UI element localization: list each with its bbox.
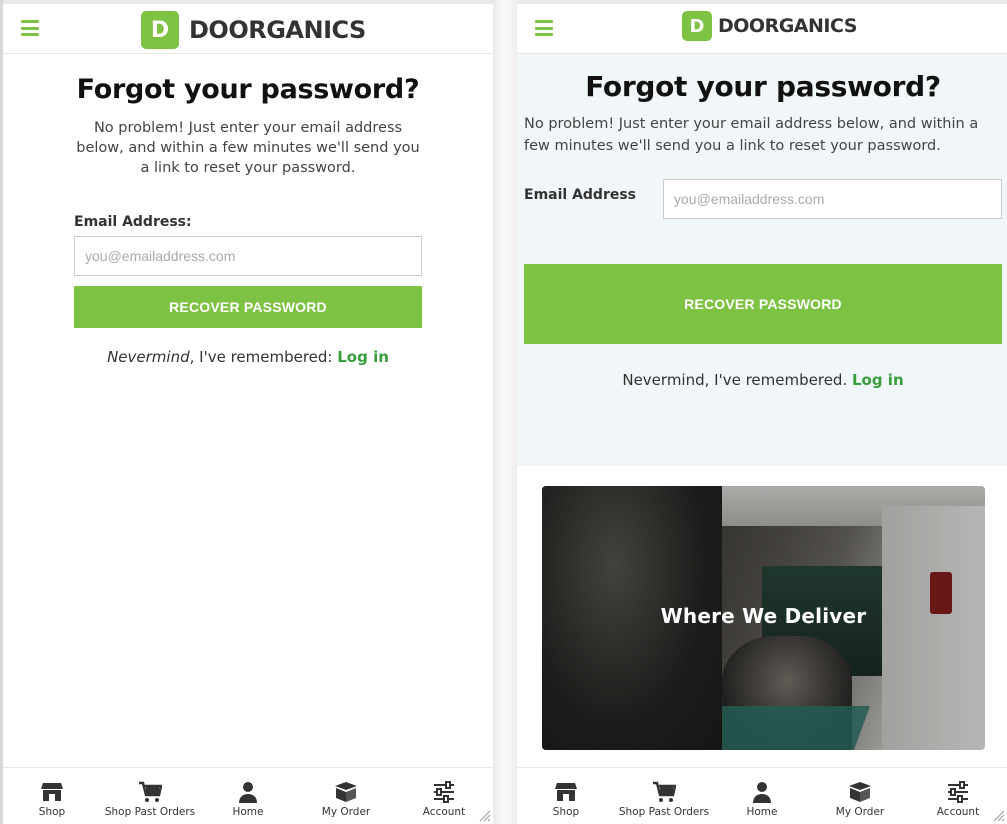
email-input[interactable] bbox=[663, 179, 1002, 219]
panel-left: D DOORGANICS Forgot your password? No pr… bbox=[3, 0, 493, 824]
nav-label-shop: Shop bbox=[552, 806, 580, 818]
nav-label-account: Account bbox=[422, 806, 466, 818]
login-link[interactable]: Log in bbox=[337, 348, 389, 366]
window-divider bbox=[493, 0, 517, 824]
nav-item-my-order[interactable]: My Order bbox=[297, 768, 395, 824]
cart-icon bbox=[139, 781, 162, 802]
nav-item-shop[interactable]: Shop bbox=[517, 768, 615, 824]
hamburger-menu-icon[interactable] bbox=[21, 20, 39, 36]
nav-label-home: Home bbox=[232, 806, 264, 818]
recover-password-button[interactable]: RECOVER PASSWORD bbox=[74, 286, 422, 328]
nav-item-shop-past-orders[interactable]: Shop Past Orders bbox=[615, 768, 713, 824]
nav-label-shop-past-orders: Shop Past Orders bbox=[618, 806, 710, 818]
nav-item-my-order[interactable]: My Order bbox=[811, 768, 909, 824]
nav-label-shop: Shop bbox=[38, 806, 66, 818]
nav-item-home[interactable]: Home bbox=[199, 768, 297, 824]
sliders-icon bbox=[434, 781, 454, 803]
logo[interactable]: D DOORGANICS bbox=[141, 11, 366, 49]
remembered-text: Nevermind, I've remembered. bbox=[622, 371, 852, 389]
sliders-icon bbox=[948, 781, 968, 803]
user-icon bbox=[239, 782, 257, 803]
where-we-deliver-card[interactable]: Where We Deliver bbox=[542, 486, 985, 750]
nav-label-account: Account bbox=[936, 806, 980, 818]
user-icon bbox=[753, 782, 771, 803]
email-label: Email Address bbox=[524, 187, 637, 203]
logo-badge: D bbox=[141, 11, 179, 49]
email-row: Email Address bbox=[524, 179, 1002, 219]
logo[interactable]: D DOORGANICS bbox=[682, 11, 857, 41]
page-description: No problem! Just enter your email addres… bbox=[524, 116, 979, 154]
nav-label-my-order: My Order bbox=[321, 806, 371, 818]
remember-text: Nevermind, I've remembered: Log in bbox=[74, 348, 422, 366]
logo-badge: D bbox=[682, 11, 712, 41]
nevermind-text: Nevermind bbox=[107, 348, 190, 366]
page-title: Forgot your password? bbox=[76, 74, 420, 105]
bottom-nav: Shop Shop Past Orders Home My Order Acco… bbox=[517, 767, 1007, 824]
logo-text: DOORGANICS bbox=[189, 16, 366, 44]
nav-item-shop-past-orders[interactable]: Shop Past Orders bbox=[101, 768, 199, 824]
nav-label-my-order: My Order bbox=[835, 806, 885, 818]
box-icon bbox=[335, 782, 357, 802]
email-label: Email Address: bbox=[74, 214, 192, 230]
email-input[interactable] bbox=[74, 236, 422, 276]
panel-right: D DOORGANICS Forgot your password? No pr… bbox=[517, 0, 1007, 824]
resize-grip-icon[interactable] bbox=[993, 810, 1005, 822]
header: D DOORGANICS bbox=[517, 4, 1007, 54]
cart-icon bbox=[653, 781, 676, 802]
bottom-nav: Shop Shop Past Orders Home My Order Acco… bbox=[3, 767, 493, 824]
hamburger-menu-icon[interactable] bbox=[535, 20, 553, 36]
remembered-text: , I've remembered: bbox=[189, 348, 338, 366]
page-description: No problem! Just enter your email addres… bbox=[76, 120, 420, 176]
page-title: Forgot your password? bbox=[585, 70, 941, 103]
resize-grip-icon[interactable] bbox=[479, 810, 491, 822]
box-icon bbox=[849, 782, 871, 802]
nav-label-home: Home bbox=[746, 806, 778, 818]
remember-text: Nevermind, I've remembered. Log in bbox=[524, 371, 1002, 389]
nav-item-shop[interactable]: Shop bbox=[3, 768, 101, 824]
forgot-password-form: Forgot your password? No problem! Just e… bbox=[74, 74, 422, 366]
nav-label-shop-past-orders: Shop Past Orders bbox=[104, 806, 196, 818]
nav-item-home[interactable]: Home bbox=[713, 768, 811, 824]
logo-text: DOORGANICS bbox=[718, 15, 857, 37]
shop-icon bbox=[555, 783, 577, 801]
where-we-deliver-caption: Where We Deliver bbox=[660, 604, 867, 628]
recover-password-button[interactable]: RECOVER PASSWORD bbox=[524, 264, 1002, 344]
shop-icon bbox=[41, 783, 63, 801]
header: D DOORGANICS bbox=[3, 4, 493, 54]
forgot-password-form: Forgot your password? No problem! Just e… bbox=[524, 70, 1002, 389]
login-link[interactable]: Log in bbox=[852, 371, 904, 389]
